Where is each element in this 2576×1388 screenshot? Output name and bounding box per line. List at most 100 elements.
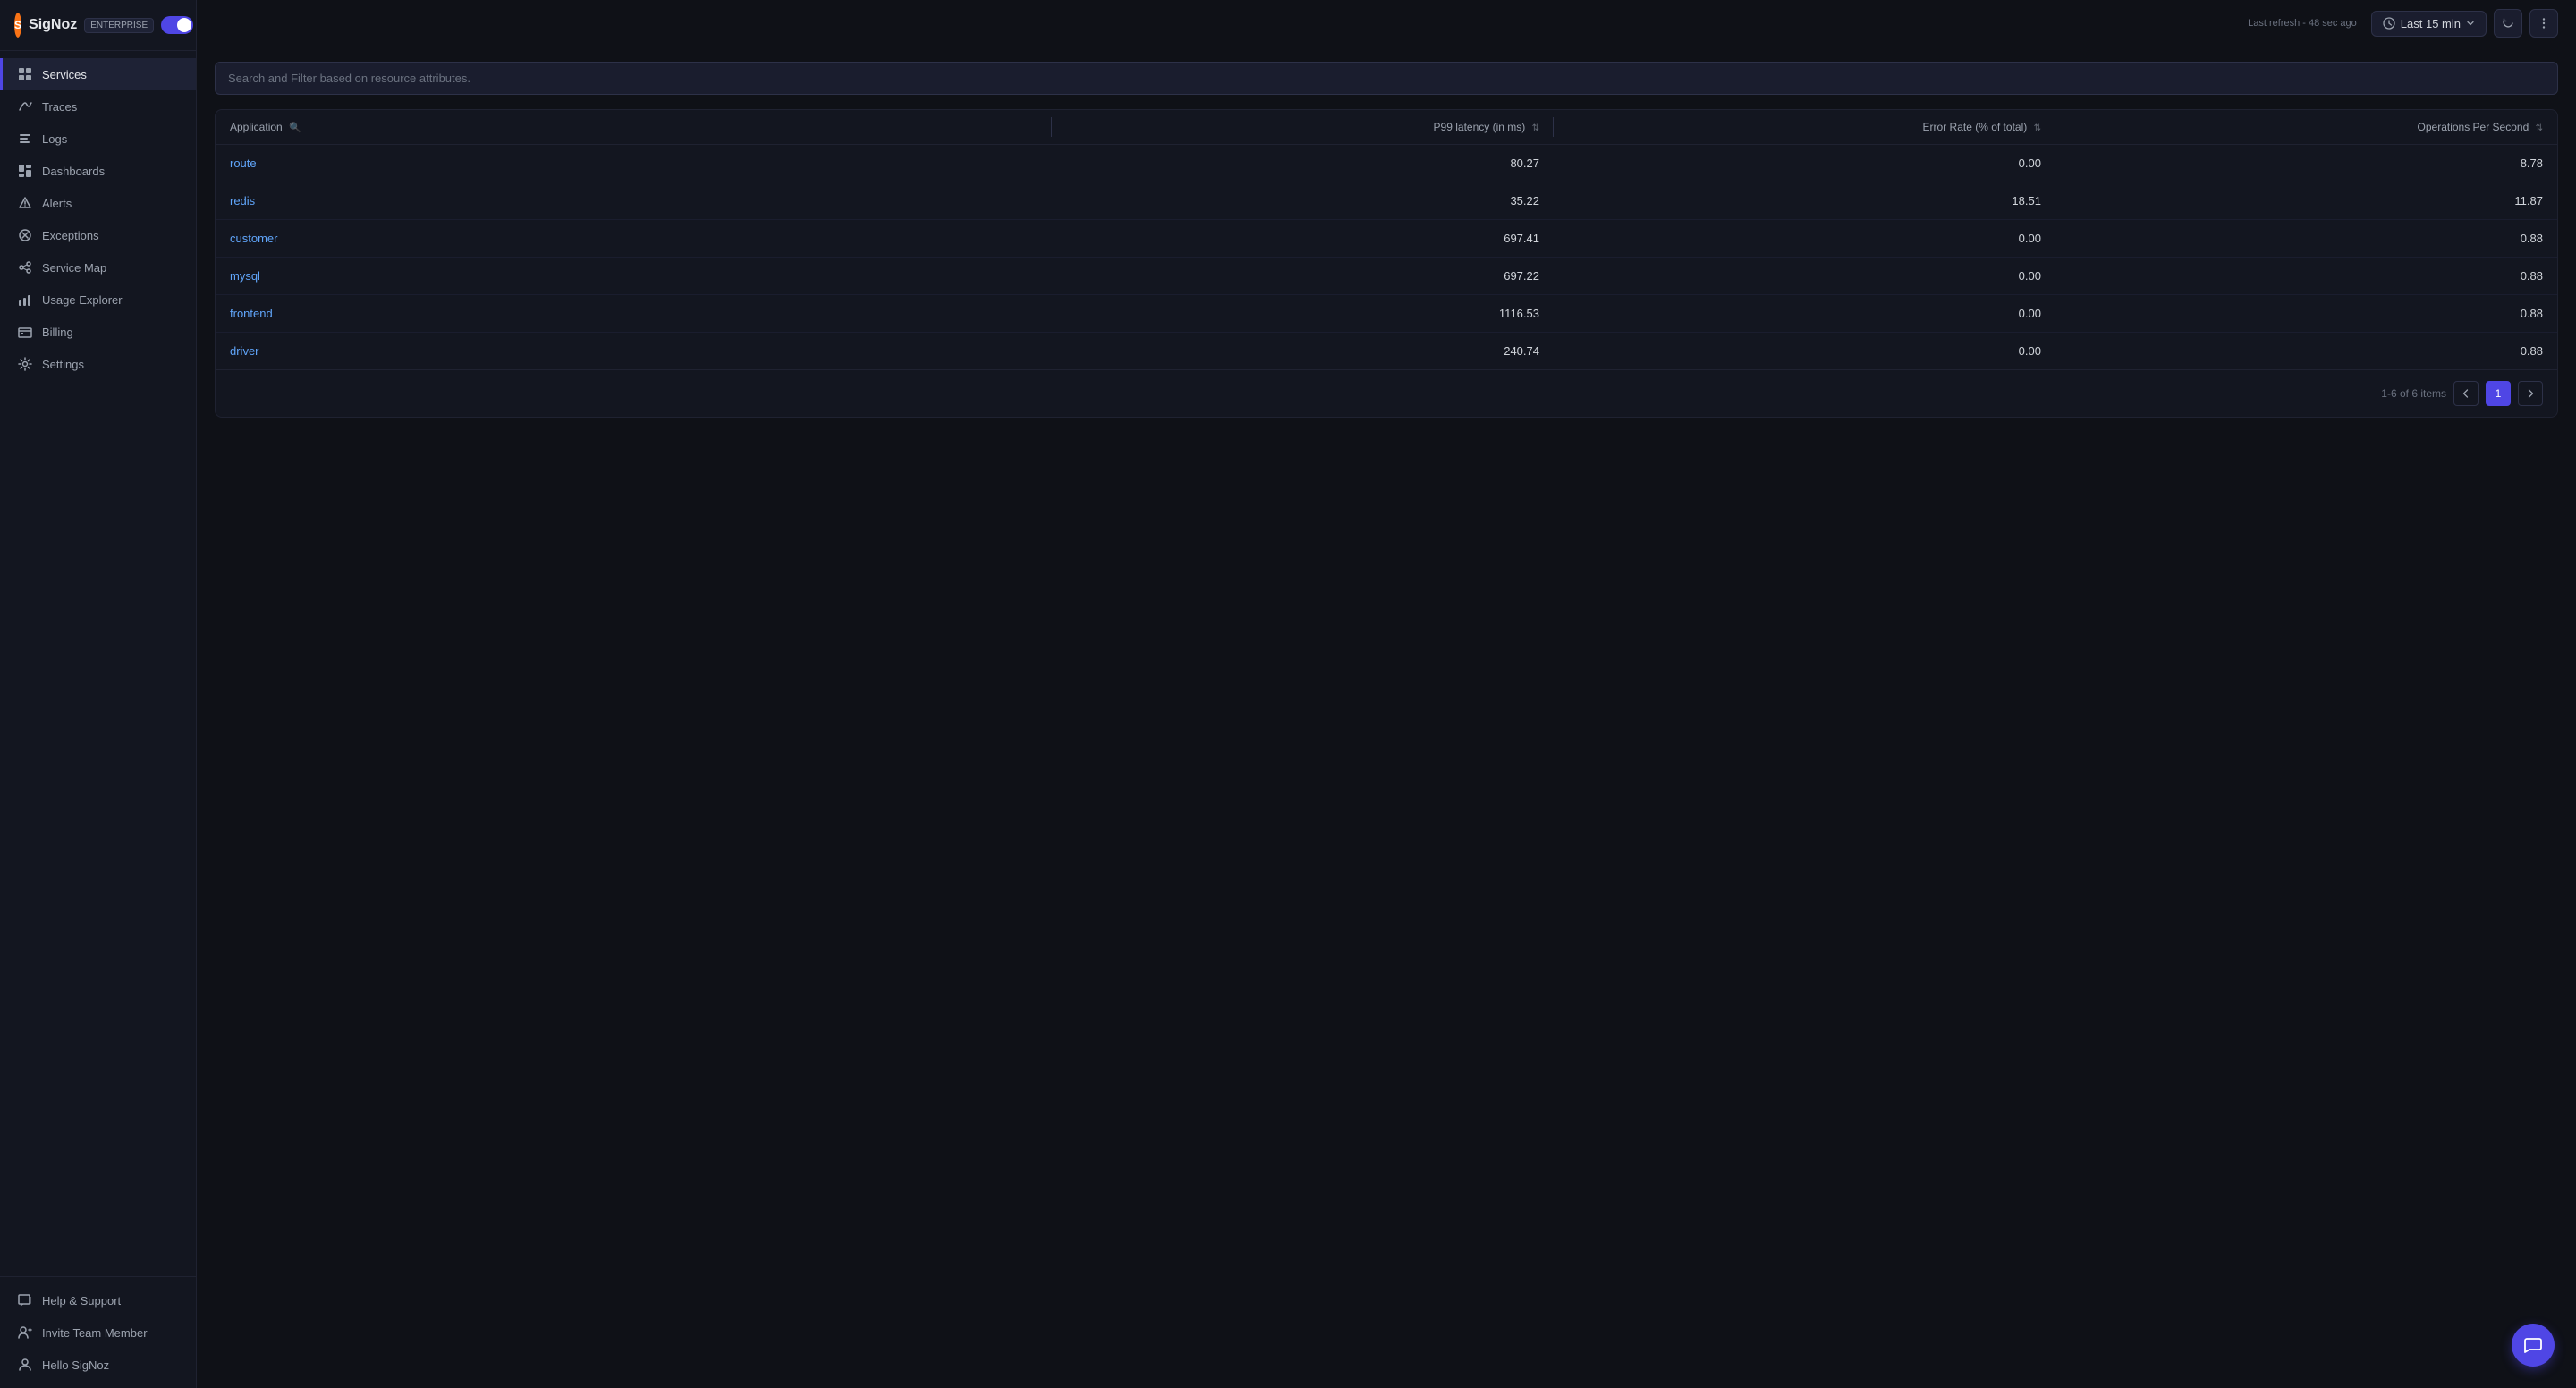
sidebar-item-usage-explorer[interactable]: Usage Explorer [0, 284, 196, 316]
sidebar-nav: Services Traces Logs [0, 51, 196, 1276]
error-rate-cell: 18.51 [1554, 182, 2055, 220]
error-rate-cell: 0.00 [1554, 258, 2055, 295]
invite-icon [17, 1325, 33, 1341]
dashboard-icon [17, 163, 33, 179]
app-link[interactable]: driver [230, 344, 259, 358]
search-input[interactable] [215, 62, 2558, 95]
sidebar-item-alerts[interactable]: Alerts [0, 187, 196, 219]
enterprise-badge: ENTERPRISE [84, 18, 154, 33]
error-rate-cell: 0.00 [1554, 333, 2055, 370]
chat-icon [2523, 1335, 2543, 1355]
sidebar-item-services[interactable]: Services [0, 58, 196, 90]
col-p99[interactable]: P99 latency (in ms) ⇅ [1052, 110, 1554, 145]
sidebar-item-label: Traces [42, 100, 77, 114]
help-icon [17, 1292, 33, 1308]
prev-page-button[interactable] [2453, 381, 2479, 406]
toggle-switch[interactable] [161, 16, 193, 34]
refresh-button[interactable] [2494, 9, 2522, 38]
ops-cell: 0.88 [2055, 258, 2557, 295]
sidebar-item-dashboards[interactable]: Dashboards [0, 155, 196, 187]
billing-icon [17, 324, 33, 340]
page-content: Application 🔍 P99 latency (in ms) ⇅ Erro… [197, 47, 2576, 1388]
error-rate-cell: 0.00 [1554, 295, 2055, 333]
pagination: 1-6 of 6 items 1 [216, 369, 2557, 417]
ops-cell: 0.88 [2055, 295, 2557, 333]
services-table: Application 🔍 P99 latency (in ms) ⇅ Erro… [215, 109, 2558, 418]
time-selector[interactable]: Last 15 min [2371, 11, 2487, 37]
exception-icon [17, 227, 33, 243]
sidebar-item-service-map[interactable]: Service Map [0, 251, 196, 284]
sort-icon: ⇅ [1532, 123, 1539, 133]
col-search-icon: 🔍 [289, 122, 301, 133]
sidebar-logo-area: S SigNoz ENTERPRISE [0, 0, 196, 51]
table-body: route 80.27 0.00 8.78 redis 35.22 18.51 … [216, 145, 2557, 370]
sidebar-item-logs[interactable]: Logs [0, 123, 196, 155]
chevron-left-icon [2461, 388, 2471, 399]
app-link[interactable]: route [230, 157, 257, 170]
page-1-button[interactable]: 1 [2486, 381, 2511, 406]
sort-icon: ⇅ [2536, 123, 2543, 133]
ops-cell: 8.78 [2055, 145, 2557, 182]
clock-icon [2383, 17, 2395, 30]
log-icon [17, 131, 33, 147]
app-link[interactable]: redis [230, 194, 255, 207]
p99-cell: 1116.53 [1052, 295, 1554, 333]
table-header: Application 🔍 P99 latency (in ms) ⇅ Erro… [216, 110, 2557, 145]
logo-text: SigNoz [29, 17, 77, 33]
p99-cell: 697.41 [1052, 220, 1554, 258]
sidebar-item-label: Hello SigNoz [42, 1358, 109, 1372]
app-link[interactable]: customer [230, 232, 277, 245]
error-rate-cell: 0.00 [1554, 220, 2055, 258]
sidebar-item-exceptions[interactable]: Exceptions [0, 219, 196, 251]
sidebar-item-label: Services [42, 68, 87, 81]
table-row: redis 35.22 18.51 11.87 [216, 182, 2557, 220]
sidebar-item-label: Usage Explorer [42, 293, 123, 307]
logo-icon: S [14, 13, 21, 38]
table-row: route 80.27 0.00 8.78 [216, 145, 2557, 182]
next-page-button[interactable] [2518, 381, 2543, 406]
sidebar-item-help-support[interactable]: Help & Support [0, 1284, 196, 1316]
sidebar-item-settings[interactable]: Settings [0, 348, 196, 380]
sidebar-item-hello-signoz[interactable]: Hello SigNoz [0, 1349, 196, 1381]
chat-button[interactable] [2512, 1324, 2555, 1367]
alert-icon [17, 195, 33, 211]
app-link[interactable]: mysql [230, 269, 260, 283]
sidebar-item-label: Logs [42, 132, 67, 146]
sidebar-item-label: Exceptions [42, 229, 99, 242]
more-options-button[interactable] [2529, 9, 2558, 38]
sidebar-item-label: Service Map [42, 261, 106, 275]
col-error-rate[interactable]: Error Rate (% of total) ⇅ [1554, 110, 2055, 145]
error-rate-cell: 0.00 [1554, 145, 2055, 182]
pagination-info: 1-6 of 6 items [2381, 387, 2446, 400]
app-cell: frontend [216, 295, 1052, 333]
sidebar-item-billing[interactable]: Billing [0, 316, 196, 348]
ops-cell: 0.88 [2055, 333, 2557, 370]
sidebar-toggle[interactable] [161, 16, 193, 34]
col-ops[interactable]: Operations Per Second ⇅ [2055, 110, 2557, 145]
more-icon [2538, 17, 2550, 30]
refresh-text: Last refresh - 48 sec ago [2248, 18, 2357, 29]
sidebar-item-traces[interactable]: Traces [0, 90, 196, 123]
table: Application 🔍 P99 latency (in ms) ⇅ Erro… [216, 110, 2557, 369]
sidebar-bottom: Help & Support Invite Team Member [0, 1276, 196, 1388]
sidebar-item-label: Settings [42, 358, 84, 371]
p99-cell: 35.22 [1052, 182, 1554, 220]
route-icon [17, 98, 33, 114]
settings-icon [17, 356, 33, 372]
refresh-icon [2502, 17, 2514, 30]
time-selector-label: Last 15 min [2401, 17, 2461, 30]
app-link[interactable]: frontend [230, 307, 273, 320]
col-application[interactable]: Application 🔍 [216, 110, 1052, 145]
explorer-icon [17, 292, 33, 308]
app-cell: driver [216, 333, 1052, 370]
sidebar-item-invite-team[interactable]: Invite Team Member [0, 1316, 196, 1349]
sidebar-item-label: Help & Support [42, 1294, 121, 1308]
sort-icon: ⇅ [2034, 123, 2041, 133]
chevron-down-icon [2466, 19, 2475, 28]
main-content: Last refresh - 48 sec ago Last 15 min [197, 0, 2576, 1388]
table-row: customer 697.41 0.00 0.88 [216, 220, 2557, 258]
table-row: driver 240.74 0.00 0.88 [216, 333, 2557, 370]
sidebar-item-label: Alerts [42, 197, 72, 210]
app-cell: mysql [216, 258, 1052, 295]
grid-icon [17, 66, 33, 82]
